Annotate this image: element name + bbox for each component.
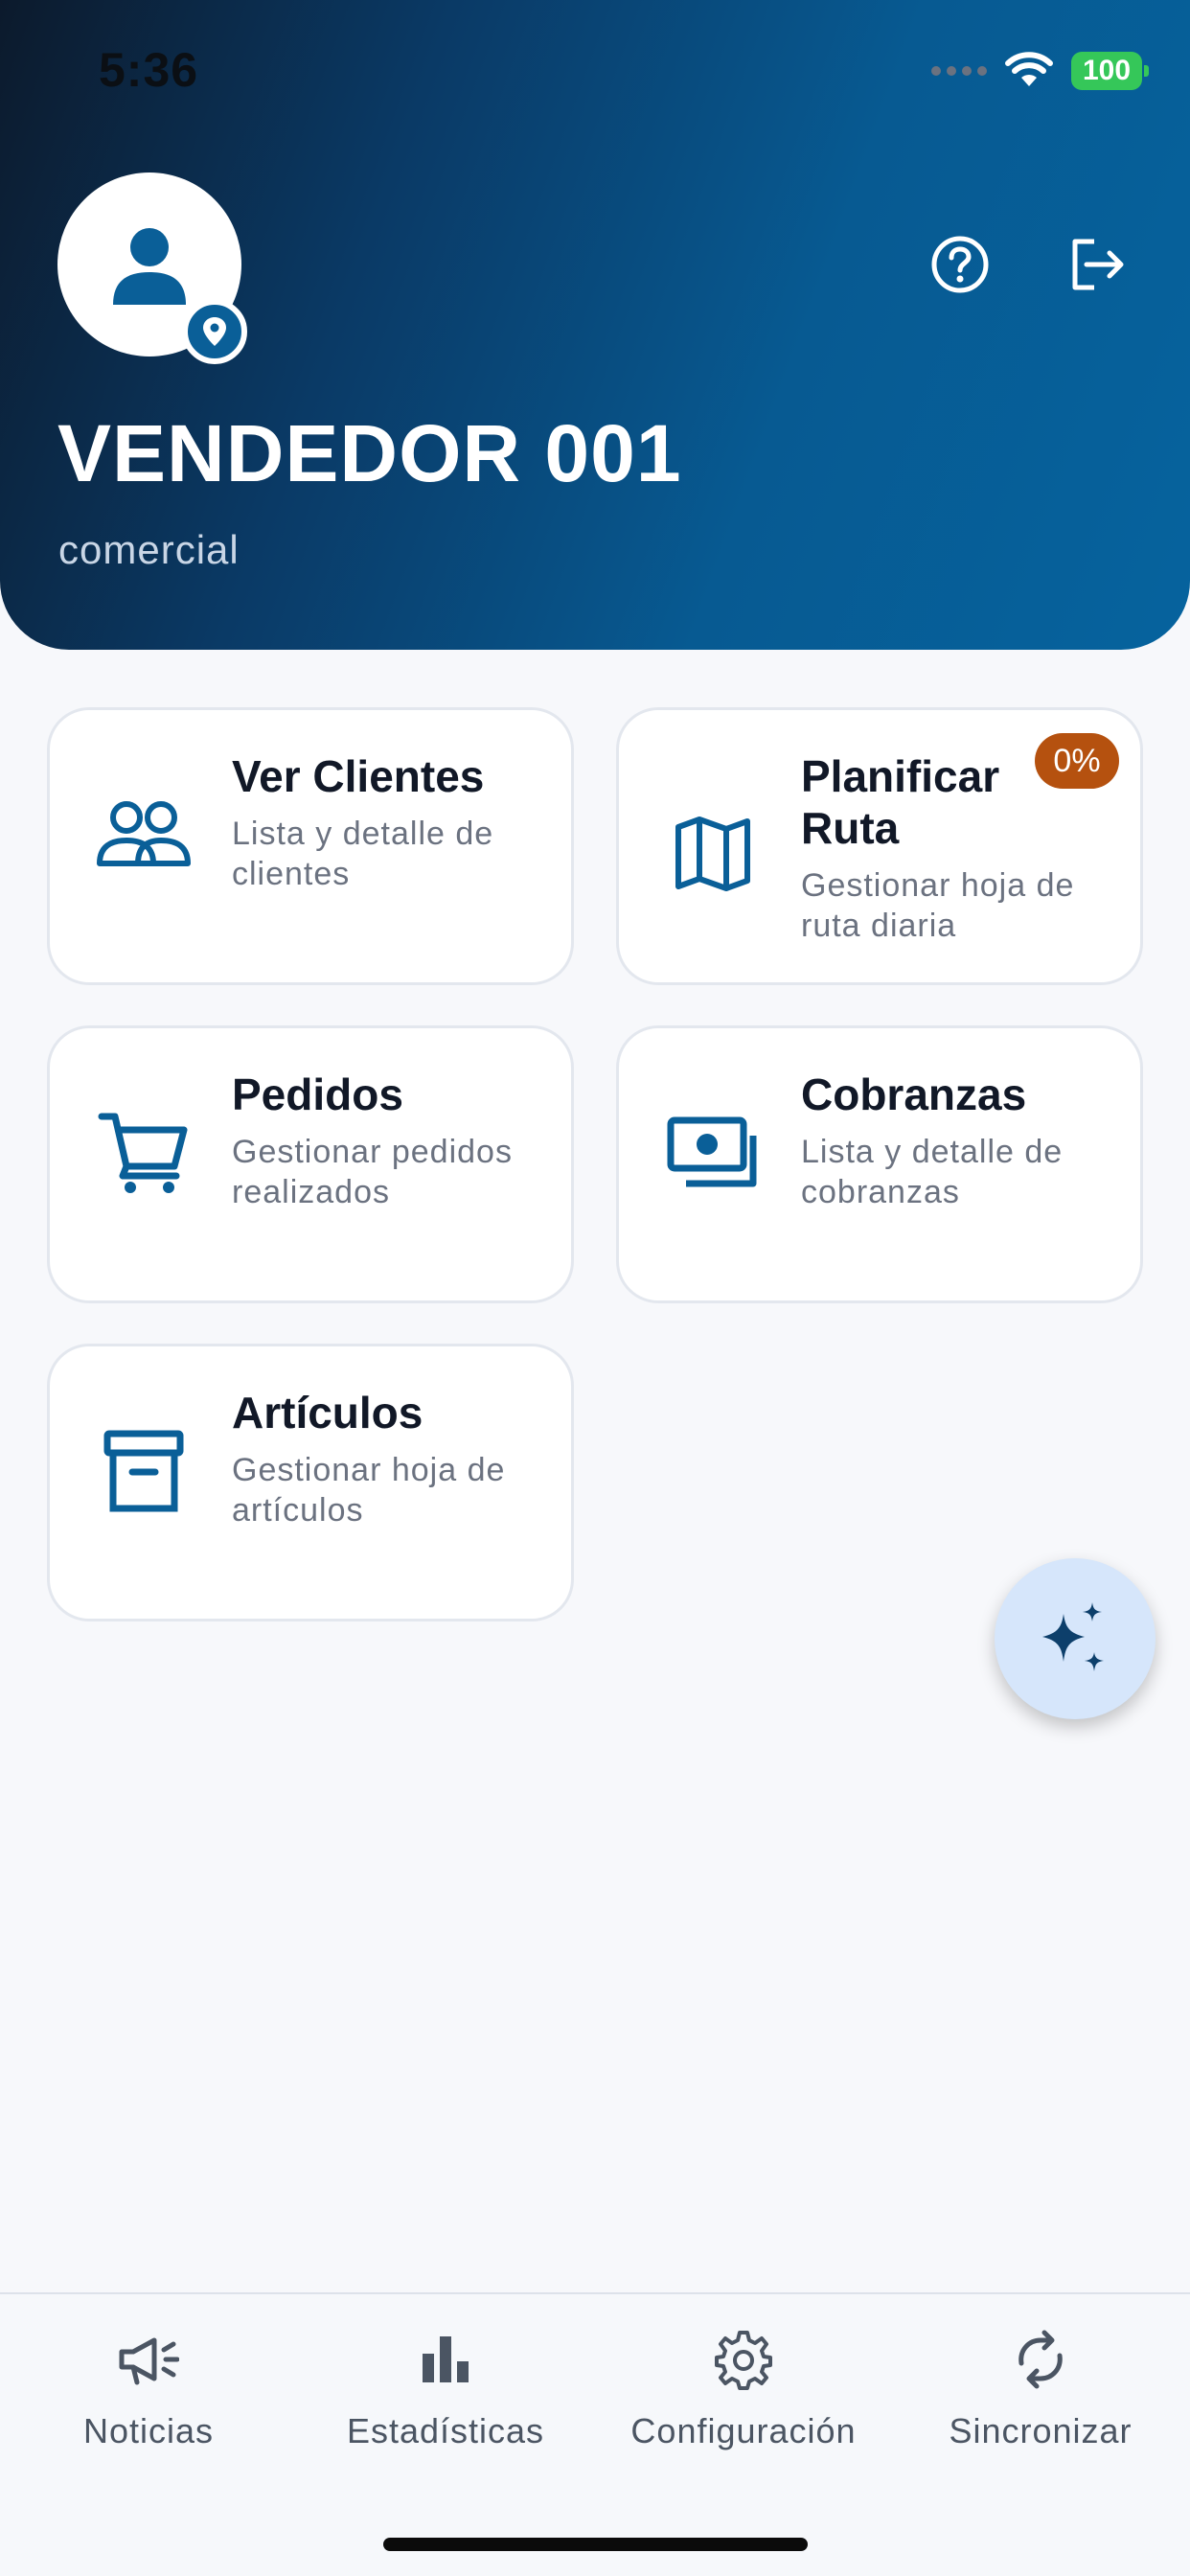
card-title: Cobranzas [801,1070,1027,1119]
card-articulos[interactable]: Artículos Gestionar hoja de artículos [47,1344,574,1622]
cart-icon [94,1103,194,1203]
logout-button[interactable] [1062,230,1131,299]
card-ver-clientes[interactable]: Ver Clientes Lista y detalle de clientes [47,707,574,985]
card-pedidos[interactable]: Pedidos Gestionar pedidos realizados [47,1025,574,1303]
bottom-navigation: Noticias Estadísticas Configuración Sinc… [0,2292,1190,2576]
card-title: Pedidos [232,1070,403,1119]
nav-label: Estadísticas [346,2411,545,2450]
nav-label: Configuración [630,2411,857,2450]
location-pin-icon [203,317,226,346]
sync-icon [1006,2325,1075,2394]
battery-indicator: 100 [1071,52,1149,90]
archive-box-icon [94,1421,194,1521]
status-time: 5:36 [99,43,199,97]
help-icon [931,236,989,293]
card-subtitle: Gestionar hoja de ruta diaria [801,867,1075,944]
ai-assistant-button[interactable] [995,1558,1156,1719]
location-pin-badge [182,299,247,364]
nav-item-noticias[interactable]: Noticias [24,2325,273,2459]
logout-icon [1072,239,1124,290]
user-icon [113,228,186,305]
card-subtitle: Gestionar pedidos realizados [232,1134,513,1210]
card-title: Ver Clientes [232,751,485,801]
card-cobranzas[interactable]: Cobranzas Lista y detalle de cobranzas [616,1025,1143,1303]
home-indicator[interactable] [383,2538,808,2551]
cash-icon [663,1103,763,1203]
cellular-signal-icon [931,66,987,76]
nav-item-configuracion[interactable]: Configuración [619,2325,868,2459]
card-planificar-ruta[interactable]: Planificar Ruta Gestionar hoja de ruta d… [616,707,1143,985]
users-icon [94,785,194,885]
nav-item-estadisticas[interactable]: Estadísticas [321,2325,570,2459]
nav-label: Sincronizar [949,2411,1133,2450]
card-subtitle: Lista y detalle de clientes [232,816,494,892]
card-subtitle: Lista y detalle de cobranzas [801,1134,1064,1210]
sparkles-icon [1042,1602,1104,1671]
nav-item-sincronizar[interactable]: Sincronizar [916,2325,1165,2459]
seller-role: comercial [58,527,240,572]
bar-chart-icon [411,2325,480,2394]
gear-icon [709,2325,778,2394]
megaphone-icon [114,2325,183,2394]
nav-label: Noticias [82,2411,215,2450]
progress-badge: 0% [1035,733,1119,789]
map-icon [663,804,763,904]
wifi-icon [1005,52,1053,86]
seller-name: VENDEDOR 001 [57,408,682,498]
help-button[interactable] [926,230,995,299]
card-subtitle: Gestionar hoja de artículos [232,1452,506,1529]
card-title: Artículos [232,1388,423,1438]
profile-header: 5:36 100 VENDEDOR 001 comercial [0,0,1190,650]
status-indicators: 100 [931,52,1149,90]
